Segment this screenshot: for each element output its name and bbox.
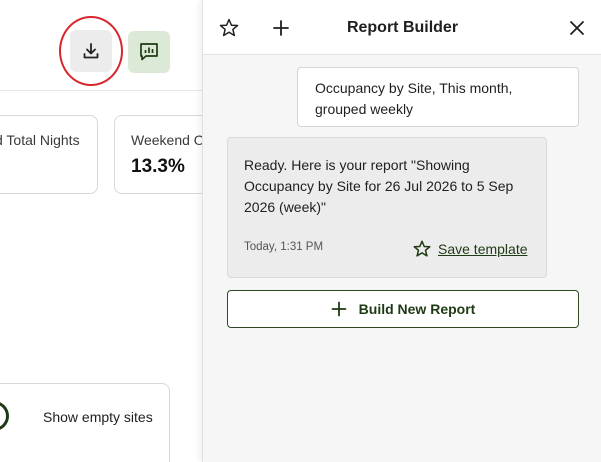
filter-card: Show empty sites [0, 383, 170, 462]
stat-label: Weekend O [131, 132, 202, 148]
chart-report-icon [140, 43, 158, 61]
bot-message: Ready. Here is your report "Showing Occu… [227, 137, 547, 278]
stat-value: 13.3% [131, 156, 185, 177]
star-icon [413, 240, 431, 257]
stat-label: d Total Nights [0, 132, 80, 148]
highlight-circle [59, 16, 123, 86]
report-builder-button[interactable] [128, 31, 170, 73]
close-icon[interactable] [566, 17, 588, 39]
show-empty-sites-toggle[interactable] [0, 401, 9, 431]
panel-title: Report Builder [346, 19, 459, 36]
report-builder-panel: Report Builder Occupancy by Site, This m… [202, 0, 601, 462]
build-new-report-button[interactable]: Build New Report [227, 290, 579, 328]
stat-card-weekend-occupancy: Weekend O 13.3% [114, 115, 202, 194]
message-timestamp: Today, 1:31 PM [244, 241, 324, 253]
save-template-label: Save template [438, 241, 528, 257]
panel-header: Report Builder [203, 0, 601, 55]
toolbar-divider [0, 90, 202, 91]
plus-icon [331, 301, 347, 317]
bot-message-text: Ready. Here is your report "Showing Occu… [244, 157, 514, 215]
build-new-report-label: Build New Report [358, 301, 476, 317]
background-app: d Total Nights Weekend O 13.3% Show empt… [0, 0, 202, 462]
user-message: Occupancy by Site, This month, grouped w… [297, 67, 579, 127]
stat-card-total-nights: d Total Nights [0, 115, 98, 194]
show-empty-sites-label: Show empty sites [43, 409, 153, 425]
save-template-link[interactable]: Save template [412, 239, 528, 259]
